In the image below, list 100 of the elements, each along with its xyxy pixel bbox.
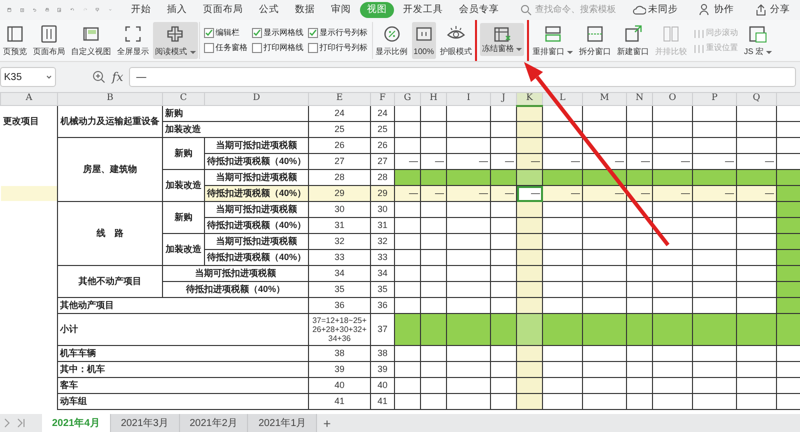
sheet-tab[interactable]: 2021年2月 (180, 414, 248, 432)
table-cell: — (652, 186, 692, 202)
table-cell: 39 (370, 362, 394, 378)
checkbox-option[interactable]: 打印行号列标 (308, 42, 368, 54)
menu-tab[interactable]: 数据 (288, 2, 322, 18)
table-cell: 待抵扣进项税额（40%） (204, 154, 308, 170)
table-cell: — (736, 186, 776, 202)
table-cell: 31 (370, 218, 394, 234)
menu-tab[interactable]: 公式 (252, 2, 286, 18)
sheet-tab[interactable]: 2021年4月 (42, 414, 111, 432)
column-header[interactable]: A (0, 92, 58, 106)
table-cell: — (692, 186, 736, 202)
add-sheet-button[interactable]: + (317, 414, 337, 432)
column-header[interactable]: J (490, 92, 516, 106)
stacked-windows-icon (542, 24, 563, 44)
table-cell: — (516, 186, 542, 202)
table-cell: 机械动力及运输起重设备 (58, 106, 162, 138)
page-icon (5, 24, 25, 44)
column-header[interactable]: B (58, 92, 162, 106)
table-cell: 当期可抵扣进项税额 (204, 234, 308, 250)
ribbon-button[interactable]: 冻结窗格 (480, 23, 524, 56)
table-cell: 客车 (58, 378, 308, 394)
menu-tab[interactable]: 会员专享 (452, 2, 506, 18)
table-cell: 34 (370, 266, 394, 282)
toolbar-action[interactable]: 协作 (692, 2, 740, 18)
column-header[interactable]: F (370, 92, 394, 106)
ribbon-button[interactable]: 自定义视图 (69, 22, 113, 59)
new-window-icon (622, 24, 643, 44)
ribbon-button[interactable]: 页面布局 (31, 22, 67, 59)
ribbon-button[interactable]: JS 宏 (742, 22, 774, 59)
table-cell: 待抵扣进项税额（40%） (204, 250, 308, 266)
column-header[interactable]: O (652, 92, 692, 106)
ribbon-button[interactable]: 拆分窗口 (576, 22, 613, 59)
ribbon-button[interactable]: 全屏显示 (115, 22, 151, 59)
ribbon-button[interactable]: 阅读模式 (153, 22, 198, 59)
share-icon (754, 3, 768, 17)
table-cell: 新购 (162, 138, 204, 170)
table-cell: 41 (370, 394, 394, 410)
table-cell: 加装改造 (162, 170, 204, 202)
table-cell: 其他不动产项目 (58, 266, 162, 298)
sheet-tab[interactable]: 2021年1月 (248, 414, 318, 432)
table-cell: — (542, 186, 582, 202)
column-header[interactable]: P (692, 92, 736, 106)
page-layout-icon (39, 24, 59, 44)
table-cell: — (420, 186, 446, 202)
ribbon-button[interactable]: 页预览 (1, 22, 29, 59)
table-cell: 房屋、建筑物 (58, 138, 162, 202)
zoom-icon (92, 70, 106, 84)
menu-tab[interactable]: 开始 (124, 2, 158, 18)
checkbox-option[interactable]: 编辑栏 (204, 27, 248, 39)
table-cell: — (516, 154, 542, 170)
column-header[interactable]: C (162, 92, 204, 106)
table-cell: 39 (308, 362, 370, 378)
name-box[interactable]: K35 (0, 67, 56, 87)
table-cell: 32 (370, 234, 394, 250)
checkbox-option[interactable]: 打印网格线 (252, 42, 304, 54)
table-cell: 待抵扣进项税额（40%） (204, 218, 308, 234)
column-header[interactable]: E (308, 92, 370, 106)
ribbon-button[interactable]: 新建窗口 (614, 22, 651, 59)
column-header[interactable]: D (204, 92, 308, 106)
table-cell: 29 (370, 186, 394, 202)
next-sheet-icon[interactable] (2, 417, 12, 429)
checkbox-option[interactable]: 显示网格线 (252, 27, 304, 39)
menu-tab[interactable]: 插入 (160, 2, 194, 18)
table-cell: — (490, 186, 516, 202)
column-header[interactable]: N (626, 92, 652, 106)
table-cell: 34 (308, 266, 370, 282)
column-header[interactable]: I (446, 92, 490, 106)
toolbar-action[interactable]: 分享 (748, 2, 796, 18)
checkbox-option[interactable]: 任务窗格 (204, 42, 248, 54)
column-header[interactable]: M (582, 92, 626, 106)
table-cell: 41 (308, 394, 370, 410)
sheet-tab[interactable]: 2021年3月 (110, 414, 180, 432)
table-cell: 33 (370, 250, 394, 266)
column-header[interactable]: G (394, 92, 420, 106)
table-cell: 待抵扣进项税额（40%） (204, 186, 308, 202)
ribbon-button[interactable]: 重排窗口 (530, 22, 575, 59)
cross-icon (165, 24, 186, 44)
menu-tab[interactable]: 开发工具 (396, 2, 450, 18)
column-header[interactable]: H (420, 92, 446, 106)
column-header[interactable]: K (516, 92, 542, 106)
function-label[interactable]: fx (112, 68, 124, 86)
last-sheet-icon[interactable] (16, 417, 26, 429)
ribbon-button[interactable]: 护眼模式 (438, 22, 474, 59)
table-cell: 加装改造 (162, 234, 204, 266)
table-cell: 27 (308, 154, 370, 170)
column-header[interactable]: Q (736, 92, 776, 106)
table-cell: 待抵扣进项税额（40%） (162, 282, 308, 298)
menu-tab[interactable]: 审阅 (324, 2, 358, 18)
cloud-icon (632, 3, 646, 17)
formula-field[interactable]: — (129, 67, 796, 87)
table-cell: 30 (370, 202, 394, 218)
ribbon-button[interactable]: 100% (412, 22, 436, 59)
checkbox-option[interactable]: 显示行号列标 (308, 27, 368, 39)
checkmark-icon (308, 29, 316, 37)
ribbon-button[interactable]: 显示比例 (374, 22, 410, 59)
menu-tab[interactable]: 页面布局 (196, 2, 250, 18)
toolbar-action[interactable]: 未同步 (626, 2, 684, 18)
table-cell: 36 (370, 298, 394, 314)
table-cell: 动车组 (58, 394, 308, 410)
